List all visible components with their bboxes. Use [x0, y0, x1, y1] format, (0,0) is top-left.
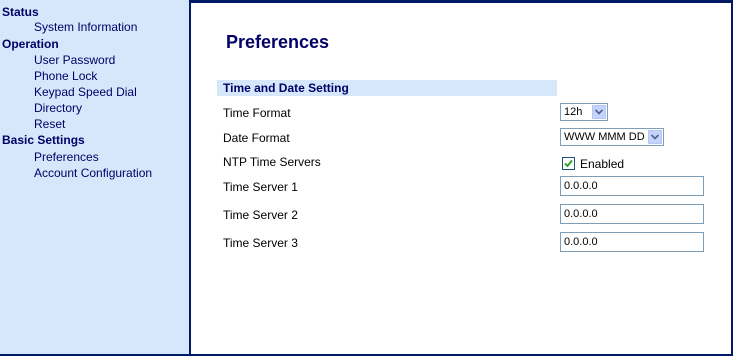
chevron-down-icon[interactable] — [648, 130, 662, 144]
chevron-down-icon[interactable] — [592, 105, 606, 119]
date-format-label: Date Format — [223, 131, 290, 145]
ntp-enabled-checkbox[interactable] — [562, 157, 575, 170]
time-server-2-input[interactable]: 0.0.0.0 — [560, 204, 704, 224]
time-format-label: Time Format — [223, 106, 291, 120]
time-server-3-label: Time Server 3 — [223, 236, 298, 250]
nav-section-status[interactable]: Status — [2, 5, 39, 19]
time-server-1-label: Time Server 1 — [223, 180, 298, 194]
nav-item-directory[interactable]: Directory — [34, 101, 82, 115]
nav-item-system-information[interactable]: System Information — [34, 20, 137, 34]
nav-item-preferences[interactable]: Preferences — [34, 150, 99, 164]
date-format-value: WWW MMM DD — [564, 131, 645, 143]
page-title: Preferences — [226, 32, 330, 52]
time-format-select[interactable]: 12h — [560, 103, 608, 121]
nav-item-keypad-speed-dial[interactable]: Keypad Speed Dial — [34, 85, 137, 99]
nav-item-reset[interactable]: Reset — [34, 117, 65, 131]
checkmark-icon — [564, 159, 573, 168]
ntp-enabled-label: Enabled — [580, 157, 625, 171]
nav-item-user-password[interactable]: User Password — [34, 53, 115, 67]
sidebar: Status System Information Operation User… — [0, 0, 191, 356]
time-server-3-input[interactable]: 0.0.0.0 — [560, 232, 704, 252]
time-server-2-label: Time Server 2 — [223, 208, 298, 222]
nav-item-phone-lock[interactable]: Phone Lock — [34, 69, 97, 83]
date-format-select[interactable]: WWW MMM DD — [560, 128, 664, 146]
time-server-1-input[interactable]: 0.0.0.0 — [560, 176, 704, 196]
nav-item-account-configuration[interactable]: Account Configuration — [34, 166, 152, 180]
nav-section-basic-settings[interactable]: Basic Settings — [2, 133, 85, 147]
nav-section-operation[interactable]: Operation — [2, 37, 59, 51]
section-heading: Time and Date Setting — [217, 80, 557, 96]
main-content: Preferences Time and Date Setting Time F… — [191, 0, 733, 356]
ntp-label: NTP Time Servers — [223, 155, 321, 169]
time-format-value: 12h — [564, 106, 583, 118]
